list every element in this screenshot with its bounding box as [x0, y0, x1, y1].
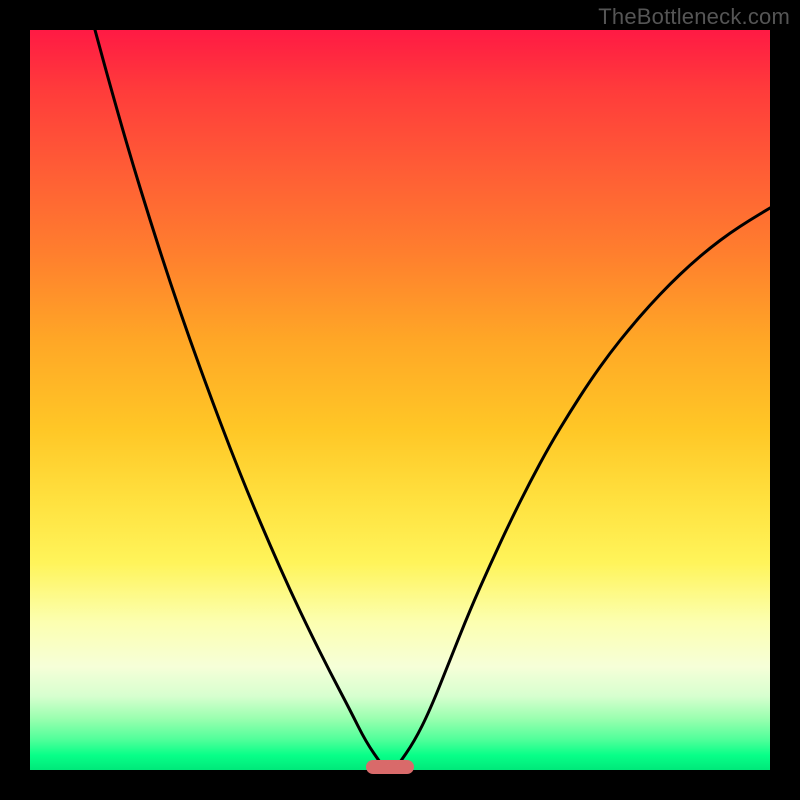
plot-area [30, 30, 770, 770]
optimal-marker [366, 760, 414, 774]
curve-left-branch [95, 30, 382, 765]
bottleneck-curve [30, 30, 770, 770]
curve-right-branch [398, 208, 770, 765]
outer-frame: TheBottleneck.com [0, 0, 800, 800]
watermark-text: TheBottleneck.com [598, 4, 790, 30]
